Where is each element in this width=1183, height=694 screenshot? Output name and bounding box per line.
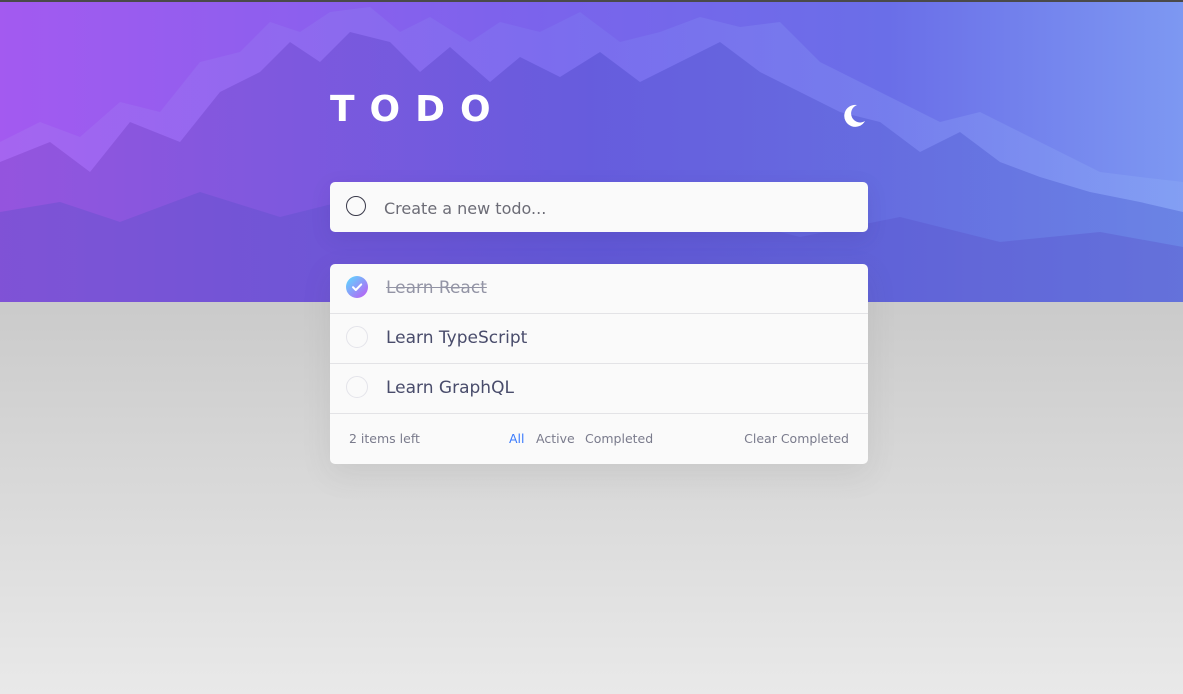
new-todo-input[interactable] (382, 192, 856, 224)
todo-item[interactable]: Learn TypeScript (330, 314, 868, 364)
todo-item[interactable]: Learn GraphQL (330, 364, 868, 414)
checkmark-icon (352, 283, 363, 291)
new-todo-bar (330, 182, 868, 232)
new-todo-circle-icon (346, 196, 366, 216)
filter-all-button[interactable]: All (509, 431, 525, 446)
todo-item[interactable]: Learn React (330, 264, 868, 314)
mountains-graphic (0, 7, 1183, 302)
moon-icon (844, 104, 865, 127)
todo-checkbox[interactable] (346, 326, 368, 348)
todo-list: Learn React Learn TypeScript Learn Graph… (330, 264, 868, 464)
todo-text: Learn TypeScript (386, 328, 528, 348)
header-background-image (0, 2, 1183, 302)
app-title: TODO (330, 89, 506, 130)
clear-completed-button[interactable]: Clear Completed (744, 431, 849, 446)
items-left-count: 2 items left (349, 431, 420, 446)
theme-toggle-button[interactable] (840, 102, 868, 130)
todo-text: Learn React (386, 278, 487, 298)
todo-footer: 2 items left All Active Completed Clear … (330, 414, 868, 464)
todo-text: Learn GraphQL (386, 378, 514, 398)
filter-completed-button[interactable]: Completed (585, 431, 653, 446)
filter-active-button[interactable]: Active (536, 431, 575, 446)
todo-checkbox-checked[interactable] (346, 276, 368, 298)
todo-checkbox[interactable] (346, 376, 368, 398)
